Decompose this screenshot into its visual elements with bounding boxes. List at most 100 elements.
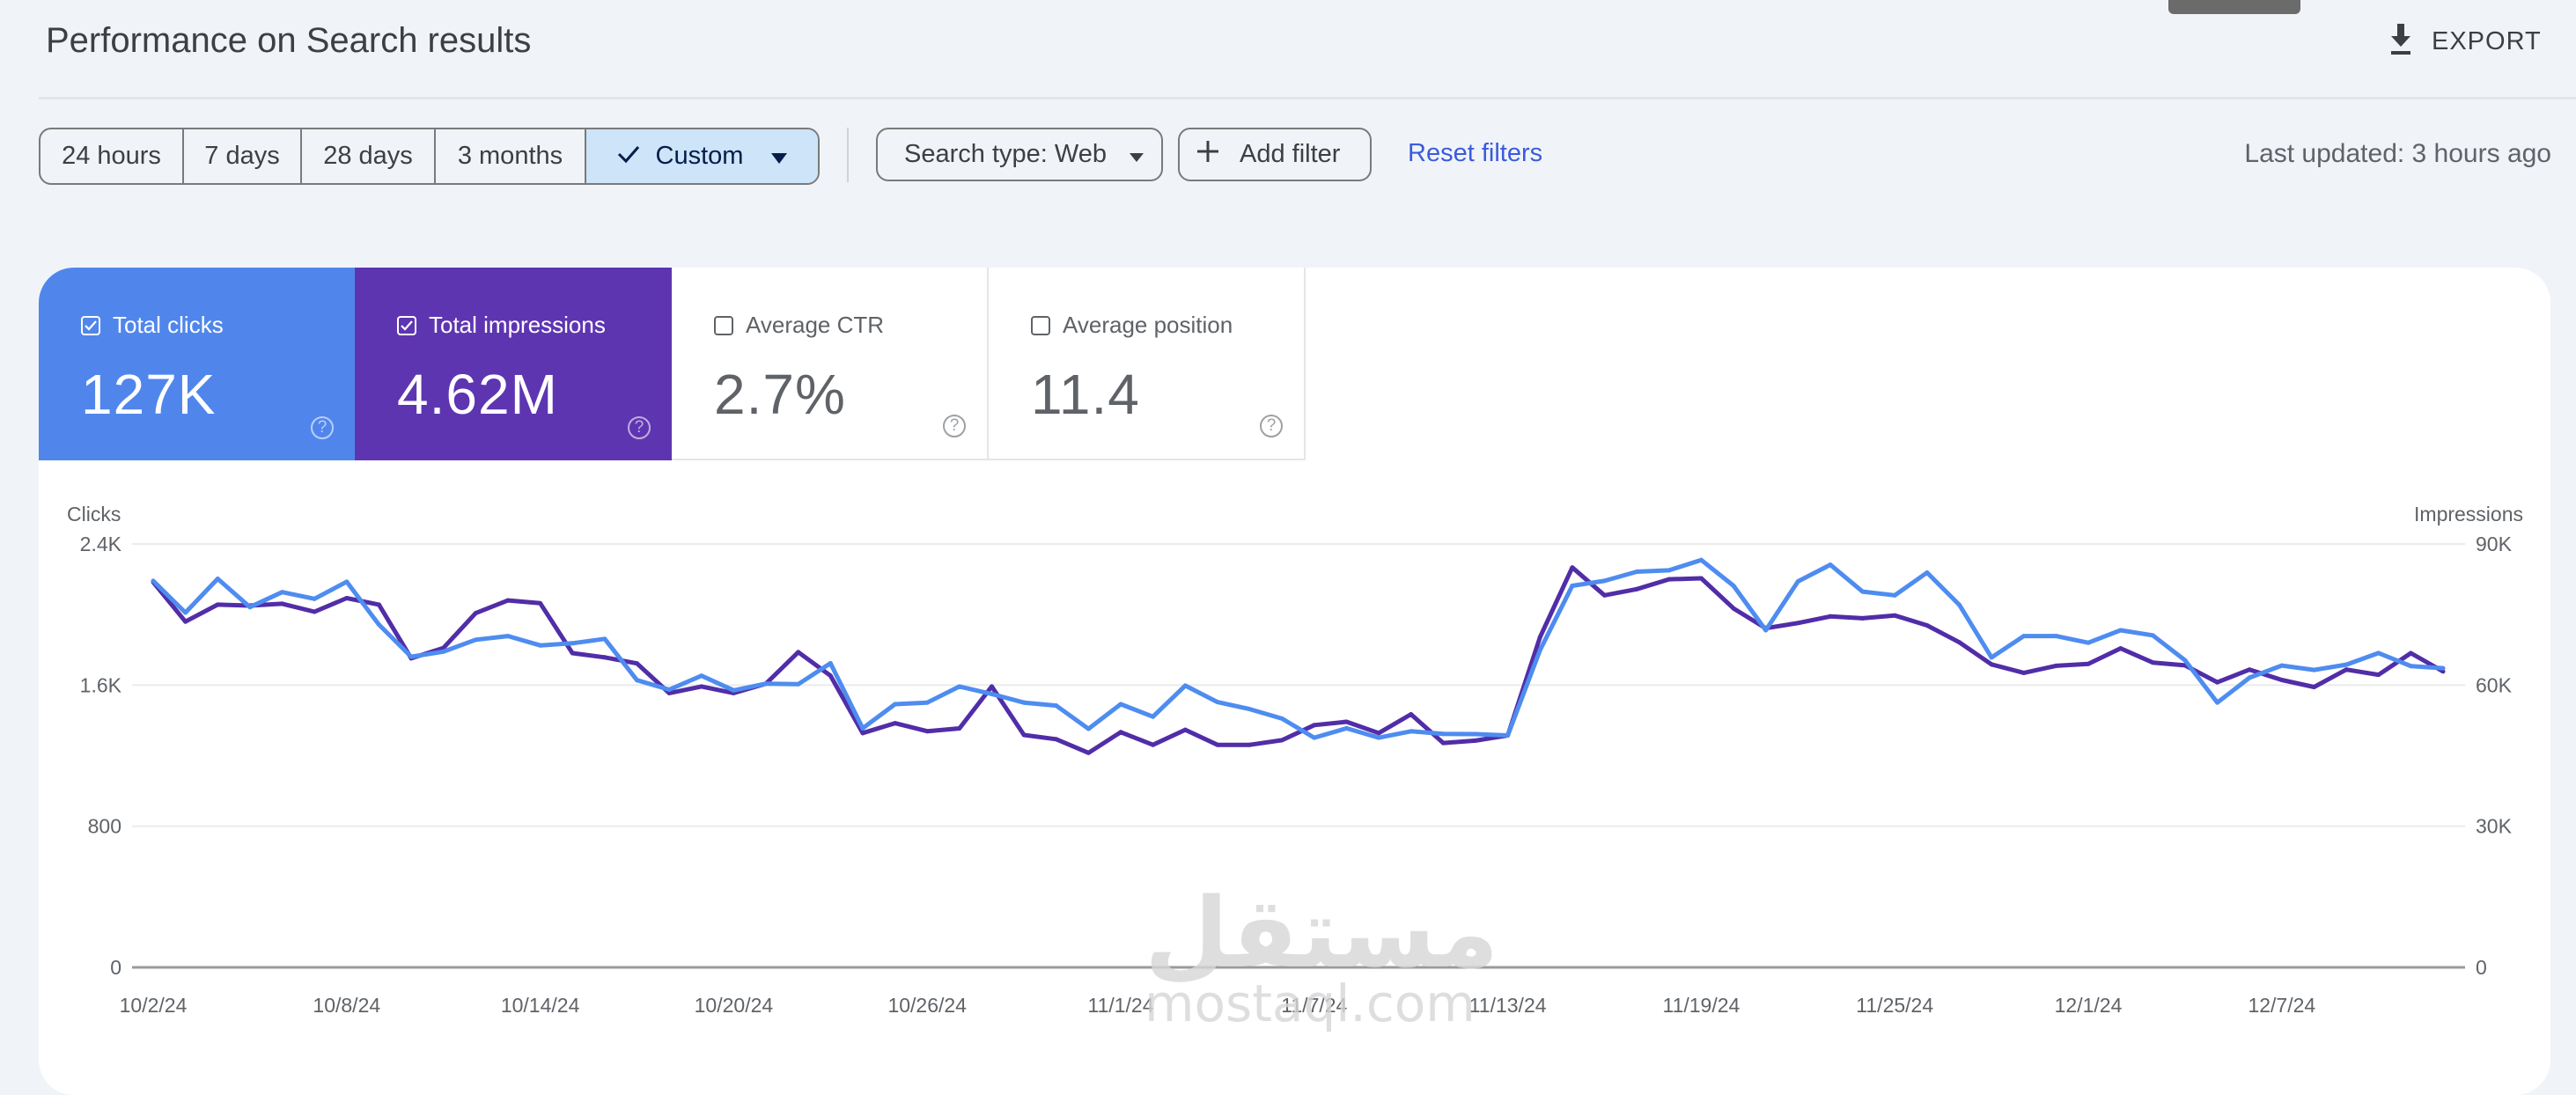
data-point-impressions[interactable]: [1118, 730, 1123, 735]
data-point-impressions[interactable]: [1795, 621, 1800, 626]
data-point-impressions[interactable]: [893, 721, 898, 726]
data-point-impressions[interactable]: [1279, 738, 1284, 743]
data-point-impressions[interactable]: [1602, 592, 1608, 598]
data-point-clicks[interactable]: [2021, 634, 2027, 639]
data-point-clicks[interactable]: [1925, 570, 1930, 575]
data-point-clicks[interactable]: [505, 634, 511, 639]
data-point-impressions[interactable]: [1151, 742, 1156, 747]
data-point-clicks[interactable]: [1215, 700, 1220, 705]
data-point-impressions[interactable]: [1634, 586, 1639, 592]
data-point-impressions[interactable]: [215, 602, 220, 607]
data-point-clicks[interactable]: [2344, 662, 2349, 667]
data-point-clicks[interactable]: [2150, 633, 2155, 638]
data-point-clicks[interactable]: [2086, 640, 2091, 645]
data-point-impressions[interactable]: [1215, 742, 1220, 747]
data-point-impressions[interactable]: [1570, 565, 1575, 570]
data-point-clicks[interactable]: [408, 654, 414, 659]
data-point-clicks[interactable]: [2215, 700, 2220, 705]
data-point-clicks[interactable]: [1505, 732, 1511, 738]
data-point-clicks[interactable]: [1312, 735, 1317, 740]
data-point-impressions[interactable]: [1054, 737, 1059, 742]
data-point-impressions[interactable]: [1989, 662, 1994, 667]
data-point-clicks[interactable]: [1828, 562, 1833, 568]
data-point-clicks[interactable]: [763, 681, 769, 687]
data-point-clicks[interactable]: [1989, 655, 1994, 660]
data-point-clicks[interactable]: [602, 636, 607, 642]
data-point-impressions[interactable]: [828, 673, 833, 679]
data-point-impressions[interactable]: [2053, 663, 2058, 668]
data-point-clicks[interactable]: [2408, 664, 2413, 669]
data-point-clicks[interactable]: [957, 684, 962, 689]
data-point-impressions[interactable]: [1731, 606, 1736, 611]
data-point-impressions[interactable]: [2086, 661, 2091, 666]
data-point-clicks[interactable]: [2279, 663, 2285, 668]
data-point-clicks[interactable]: [1151, 714, 1156, 719]
data-point-impressions[interactable]: [2215, 680, 2220, 685]
data-point-clicks[interactable]: [1763, 628, 1769, 633]
series-line-impressions[interactable]: [151, 565, 2445, 755]
data-point-clicks[interactable]: [2247, 675, 2252, 680]
data-point-impressions[interactable]: [280, 601, 285, 606]
data-point-impressions[interactable]: [1860, 615, 1866, 621]
data-point-clicks[interactable]: [215, 576, 220, 581]
data-point-clicks[interactable]: [1956, 602, 1961, 607]
data-point-clicks[interactable]: [151, 578, 156, 584]
data-point-clicks[interactable]: [1118, 702, 1123, 707]
data-point-impressions[interactable]: [1409, 711, 1414, 717]
data-point-impressions[interactable]: [312, 609, 317, 614]
data-point-impressions[interactable]: [1248, 742, 1253, 747]
data-point-impressions[interactable]: [796, 650, 801, 655]
data-point-impressions[interactable]: [1698, 576, 1704, 581]
data-point-clicks[interactable]: [1537, 647, 1542, 652]
data-point-impressions[interactable]: [1343, 719, 1349, 724]
data-point-impressions[interactable]: [2376, 672, 2381, 678]
data-point-impressions[interactable]: [1086, 750, 1091, 755]
data-point-clicks[interactable]: [1795, 578, 1800, 584]
data-point-clicks[interactable]: [1021, 700, 1027, 705]
data-point-clicks[interactable]: [1409, 729, 1414, 734]
data-point-impressions[interactable]: [183, 619, 188, 624]
data-point-impressions[interactable]: [924, 729, 930, 734]
data-point-impressions[interactable]: [376, 602, 381, 607]
data-point-clicks[interactable]: [1892, 592, 1897, 598]
series-line-clicks[interactable]: [151, 557, 2444, 740]
data-point-impressions[interactable]: [602, 655, 607, 660]
data-point-clicks[interactable]: [989, 691, 994, 696]
data-point-clicks[interactable]: [1086, 726, 1091, 731]
data-point-impressions[interactable]: [2344, 667, 2349, 672]
data-point-impressions[interactable]: [473, 611, 478, 616]
data-point-impressions[interactable]: [635, 661, 640, 666]
data-point-impressions[interactable]: [860, 731, 865, 736]
data-point-clicks[interactable]: [2376, 650, 2381, 656]
data-point-clicks[interactable]: [1440, 731, 1446, 737]
data-point-impressions[interactable]: [538, 600, 543, 606]
data-point-impressions[interactable]: [957, 726, 962, 731]
data-point-clicks[interactable]: [1054, 703, 1059, 709]
data-point-clicks[interactable]: [473, 637, 478, 643]
data-point-clicks[interactable]: [1343, 725, 1349, 731]
data-point-impressions[interactable]: [2021, 670, 2027, 675]
data-point-clicks[interactable]: [699, 673, 704, 679]
data-point-clicks[interactable]: [1698, 557, 1704, 562]
data-point-impressions[interactable]: [989, 684, 994, 689]
data-point-clicks[interactable]: [1731, 583, 1736, 588]
data-point-clicks[interactable]: [1860, 589, 1866, 594]
data-point-impressions[interactable]: [1440, 740, 1446, 746]
data-point-clicks[interactable]: [1473, 731, 1478, 737]
data-point-clicks[interactable]: [828, 660, 833, 665]
data-point-clicks[interactable]: [1634, 569, 1639, 574]
data-point-clicks[interactable]: [731, 687, 736, 693]
data-point-impressions[interactable]: [1925, 622, 1930, 628]
data-point-impressions[interactable]: [1376, 731, 1381, 736]
data-point-impressions[interactable]: [2150, 660, 2155, 665]
data-point-clicks[interactable]: [860, 725, 865, 731]
data-point-clicks[interactable]: [2440, 665, 2446, 671]
data-point-clicks[interactable]: [538, 643, 543, 648]
data-point-impressions[interactable]: [1956, 640, 1961, 645]
data-point-impressions[interactable]: [1312, 723, 1317, 728]
data-point-impressions[interactable]: [699, 684, 704, 689]
data-point-impressions[interactable]: [1828, 614, 1833, 619]
data-point-clicks[interactable]: [2182, 658, 2188, 663]
data-point-impressions[interactable]: [1182, 727, 1188, 732]
data-point-clicks[interactable]: [796, 681, 801, 687]
